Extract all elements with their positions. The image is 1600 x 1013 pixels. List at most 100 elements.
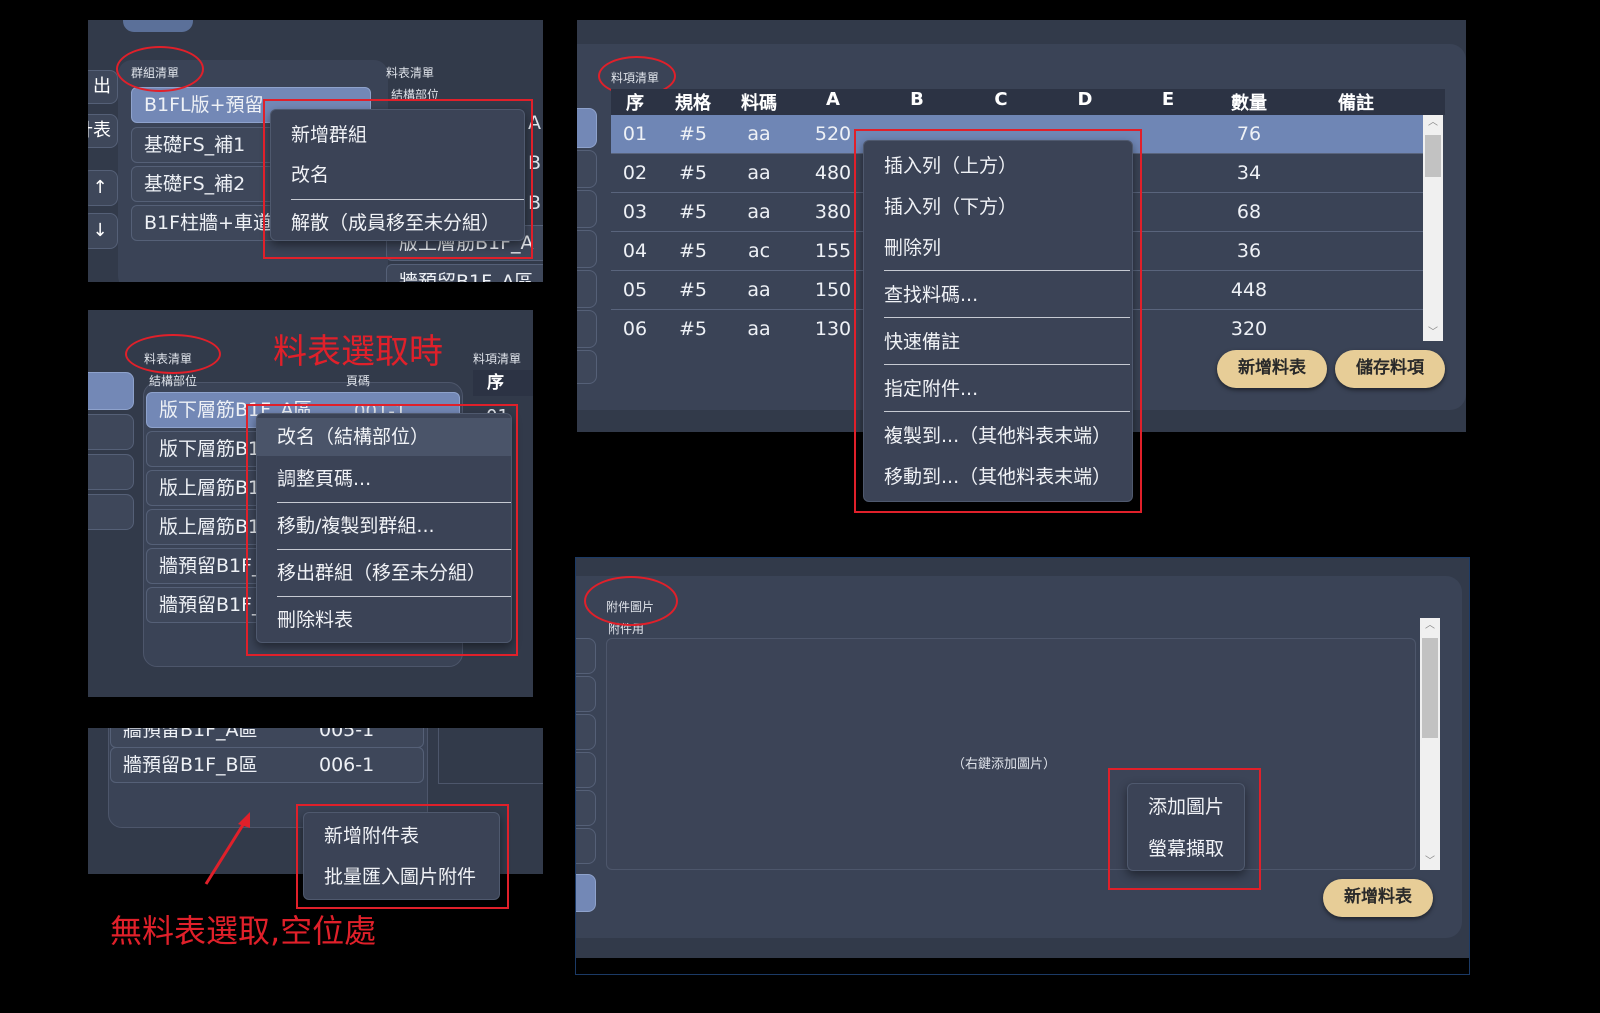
col-spec: 規格 bbox=[675, 93, 711, 114]
annotation-box bbox=[263, 99, 533, 259]
empty-grid-edge bbox=[438, 728, 543, 784]
cell-seq: 01 bbox=[622, 123, 648, 145]
side-tab-selected[interactable] bbox=[576, 874, 596, 912]
cell-code: aa bbox=[747, 123, 771, 145]
side-tab-selected[interactable] bbox=[577, 108, 597, 148]
col-b: B bbox=[910, 89, 924, 110]
group-panel-tab bbox=[123, 20, 193, 32]
cell-qty: 76 bbox=[1236, 123, 1262, 145]
move-down-button[interactable]: ↓ bbox=[88, 213, 118, 249]
cell-qty: 448 bbox=[1230, 279, 1268, 301]
side-tab[interactable] bbox=[577, 310, 597, 348]
table-header: 序 規格 料碼 A B C D E 數量 備註 bbox=[611, 89, 1445, 115]
cell-seq: 04 bbox=[622, 240, 648, 262]
side-tab[interactable] bbox=[577, 270, 597, 308]
sheet-list-label: 料表清單 bbox=[386, 66, 435, 80]
cell-code: ac bbox=[747, 240, 771, 262]
cell-spec: #5 bbox=[678, 201, 707, 223]
side-tab[interactable] bbox=[577, 150, 597, 188]
annotation-box bbox=[296, 804, 509, 909]
export-button[interactable]: 出 bbox=[88, 70, 118, 104]
side-tab[interactable] bbox=[576, 676, 596, 712]
scroll-thumb[interactable] bbox=[1425, 135, 1441, 177]
annotation-box bbox=[854, 129, 1142, 513]
side-tab[interactable] bbox=[576, 638, 596, 674]
cell-qty: 34 bbox=[1236, 162, 1262, 184]
cell-qty: 320 bbox=[1230, 318, 1268, 340]
side-tab[interactable] bbox=[88, 454, 134, 490]
attachment-scrollbar[interactable]: ︿ ﹀ bbox=[1420, 618, 1440, 870]
cell-code: aa bbox=[747, 201, 771, 223]
annotation-ellipse bbox=[125, 334, 221, 374]
sheet-name: 牆預留B1F_A區 bbox=[123, 728, 258, 741]
side-tab[interactable] bbox=[576, 828, 596, 864]
col-qty: 數量 bbox=[1231, 93, 1267, 114]
attachment-panel: 附件圖片 附件用 （右鍵添加圖片） ︿ ﹀ 添加圖片 螢幕擷取 新增料表 bbox=[575, 557, 1470, 975]
sheet-item[interactable]: 牆預留B1F_B區 006-1 bbox=[110, 747, 424, 783]
cell-code: aa bbox=[747, 318, 771, 340]
add-sheet-button[interactable]: 新增料表 bbox=[1217, 350, 1327, 388]
group-panel: 出 計表 ↑ ↓ 群組清單 料表清單 結構部位 B1FL版+預留 基礎FS_補1… bbox=[88, 20, 543, 282]
sheet-name: 牆預留B1F_B區 bbox=[123, 754, 258, 776]
move-up-button[interactable]: ↑ bbox=[88, 170, 118, 206]
struct-label: 結構部位 bbox=[149, 374, 198, 388]
side-tab[interactable] bbox=[576, 790, 596, 826]
cell-spec: #5 bbox=[678, 318, 707, 340]
side-tab[interactable] bbox=[577, 230, 597, 268]
cell-code: aa bbox=[747, 279, 771, 301]
side-tab[interactable] bbox=[88, 414, 134, 450]
page-label: 頁碼 bbox=[346, 374, 371, 388]
col-seq: 序 bbox=[626, 93, 644, 114]
sheet-page: 006-1 bbox=[319, 754, 375, 776]
scroll-down-icon[interactable]: ﹀ bbox=[1420, 854, 1440, 870]
scroll-up-icon[interactable]: ︿ bbox=[1420, 618, 1440, 634]
calc-sheet-button[interactable]: 計表 bbox=[88, 114, 118, 148]
annotation-box bbox=[246, 404, 518, 656]
col-note: 備註 bbox=[1338, 93, 1374, 114]
item-panel: 料項清單 序 規格 料碼 A B C D E 數量 備註 01 #5 aa 52… bbox=[577, 20, 1466, 538]
seq-header: 序 bbox=[473, 370, 533, 396]
cell-spec: #5 bbox=[678, 240, 707, 262]
table-scrollbar[interactable]: ︿ ﹀ bbox=[1423, 115, 1443, 341]
image-drop-area[interactable]: （右鍵添加圖片） bbox=[606, 638, 1416, 870]
col-a: A bbox=[826, 89, 840, 110]
add-sheet-button[interactable]: 新增料表 bbox=[1323, 879, 1433, 917]
col-e: E bbox=[1161, 89, 1175, 110]
cell-seq: 03 bbox=[622, 201, 648, 223]
annotation-ellipse bbox=[116, 46, 204, 92]
side-tab[interactable] bbox=[576, 752, 596, 788]
annotation-arrow bbox=[204, 812, 250, 885]
cell-spec: #5 bbox=[678, 279, 707, 301]
cell-seq: 06 bbox=[622, 318, 648, 340]
col-d: D bbox=[1077, 89, 1093, 110]
item-list-label: 料項清單 bbox=[473, 352, 522, 366]
side-tab[interactable] bbox=[88, 494, 134, 530]
col-c: C bbox=[994, 89, 1008, 110]
cell-seq: 02 bbox=[622, 162, 648, 184]
annotation-ellipse bbox=[584, 576, 678, 626]
sheet-panel: 料表清單 結構部位 頁碼 料項清單 料表選取時 版下層筋B1F_A區 001-1… bbox=[88, 310, 533, 697]
side-tab-selected[interactable] bbox=[88, 372, 134, 410]
side-tab[interactable] bbox=[577, 190, 597, 228]
side-tab[interactable] bbox=[576, 714, 596, 750]
annotation-text: 料表選取時 bbox=[273, 332, 443, 372]
annotation-box bbox=[1108, 768, 1261, 890]
col-code: 料碼 bbox=[741, 93, 777, 114]
drop-hint: （右鍵添加圖片） bbox=[952, 757, 1057, 772]
cell-qty: 36 bbox=[1236, 240, 1262, 262]
sheet-page: 005-1 bbox=[319, 728, 375, 741]
scroll-thumb[interactable] bbox=[1422, 638, 1438, 738]
cell-code: aa bbox=[747, 162, 771, 184]
side-tab[interactable] bbox=[577, 350, 597, 384]
sheet-item[interactable]: 牆預留B1F_A區 005-1 bbox=[110, 728, 424, 748]
cell-spec: #5 bbox=[678, 162, 707, 184]
empty-area-panel: 牆預留B1F_A區 005-1 牆預留B1F_B區 006-1 新增附件表 批量… bbox=[88, 728, 543, 960]
scroll-down-icon[interactable]: ﹀ bbox=[1423, 325, 1443, 341]
cell-qty: 68 bbox=[1236, 201, 1262, 223]
save-items-button[interactable]: 儲存料項 bbox=[1335, 350, 1445, 388]
sheet-peek-item[interactable]: 牆預留B1F_A區 bbox=[386, 264, 543, 282]
annotation-text: 無料表選取,空位處 bbox=[110, 912, 377, 950]
scroll-up-icon[interactable]: ︿ bbox=[1423, 115, 1443, 131]
cell-spec: #5 bbox=[678, 123, 707, 145]
cell-seq: 05 bbox=[622, 279, 648, 301]
